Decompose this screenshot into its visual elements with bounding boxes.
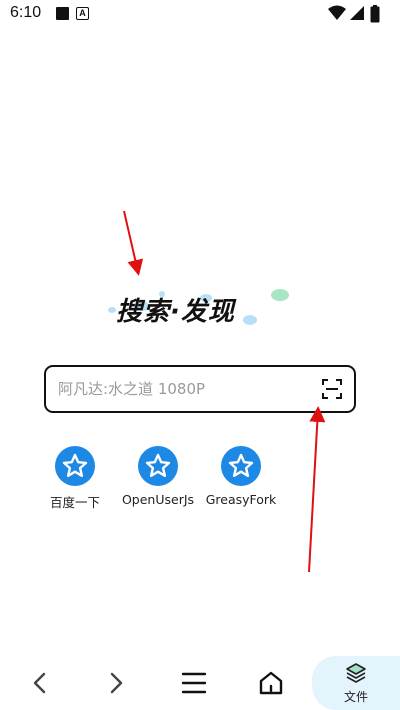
- bottom-nav: 文件: [0, 656, 400, 710]
- files-tab[interactable]: 文件: [312, 656, 400, 710]
- forward-button[interactable]: [86, 656, 146, 710]
- wifi-icon: [328, 5, 346, 20]
- star-icon: [228, 453, 254, 477]
- annotation-arrows: [123, 210, 326, 573]
- back-button[interactable]: [10, 656, 70, 710]
- menu-icon: [181, 672, 207, 694]
- chevron-left-icon: [33, 672, 46, 694]
- shortcut-greasyfork[interactable]: GreasyFork: [195, 446, 287, 516]
- files-icon: [346, 663, 366, 683]
- shortcut-openuserjs[interactable]: OpenUserJs: [112, 446, 204, 516]
- status-icons: [328, 5, 388, 23]
- home-button[interactable]: [240, 656, 300, 710]
- shortcut-baidu[interactable]: 百度一下: [29, 446, 121, 516]
- home-icon: [259, 671, 283, 695]
- shortcut-circle[interactable]: [55, 446, 95, 486]
- status-bar: 6:10 A: [0, 0, 400, 28]
- shortcut-label: GreasyFork: [205, 492, 277, 507]
- shortcut-label: 百度一下: [49, 495, 100, 510]
- status-time: 6:10: [10, 4, 42, 21]
- logo-text: 搜索·发现: [116, 297, 235, 327]
- notification-a-icon: A: [76, 7, 89, 20]
- scan-icon[interactable]: [322, 379, 342, 399]
- chevron-right-icon: [110, 672, 123, 694]
- star-icon: [145, 453, 171, 477]
- notification-square-icon: [56, 7, 69, 20]
- battery-icon: [370, 5, 380, 23]
- shortcut-label: OpenUserJs: [121, 492, 195, 507]
- menu-button[interactable]: [163, 656, 223, 710]
- arrow-to-scan: [308, 406, 326, 573]
- star-icon: [62, 453, 88, 477]
- signal-icon: [350, 6, 364, 20]
- shortcut-circle[interactable]: [138, 446, 178, 486]
- arrow-to-logo: [123, 210, 144, 276]
- files-tab-label: 文件: [343, 690, 368, 704]
- search-box[interactable]: [44, 365, 356, 413]
- shortcut-circle[interactable]: [221, 446, 261, 486]
- search-input[interactable]: [58, 367, 308, 411]
